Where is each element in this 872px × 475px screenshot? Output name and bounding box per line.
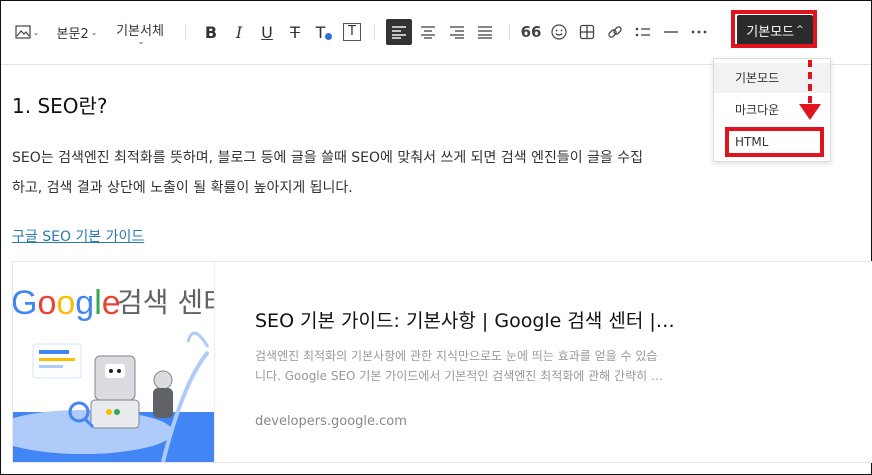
table-icon <box>579 24 595 40</box>
italic-button[interactable]: I <box>228 19 250 45</box>
align-left-icon <box>392 26 406 39</box>
smiley-icon <box>551 24 567 40</box>
red-arrow-icon <box>799 60 821 120</box>
paragraph-line: SEO는 검색엔진 최적화를 뜻하며, 블로그 등에 글을 쓸때 SEO에 맞춰… <box>12 150 644 166</box>
paragraph-style-select[interactable]: 본문2 ⌄ <box>54 19 100 45</box>
chevron-down-icon: ⌄ <box>137 36 145 46</box>
align-right-button[interactable] <box>444 19 470 45</box>
paragraph-line: 하고, 검색 결과 상단에 노출이 될 확률이 높아지게 됩니다. <box>12 180 353 196</box>
body-paragraph: SEO는 검색엔진 최적화를 뜻하며, 블로그 등에 글을 쓸때 SEO에 맞춰… <box>12 143 872 203</box>
table-button[interactable] <box>576 19 598 45</box>
align-center-button[interactable] <box>415 19 441 45</box>
align-right-icon <box>450 26 464 39</box>
font-family-select[interactable]: 기본서체 ⌄ <box>111 19 169 46</box>
align-justify-icon <box>478 26 492 39</box>
align-center-icon <box>421 26 435 39</box>
align-justify-button[interactable] <box>472 19 498 45</box>
link-button[interactable] <box>604 19 626 45</box>
card-description: 검색엔진 최적화의 기본사항에 관한 지식만으로도 눈에 띄는 효과를 얻을 수… <box>255 346 715 386</box>
quote-button[interactable]: 66 <box>520 19 542 45</box>
more-icon <box>691 30 707 34</box>
text-background-button[interactable]: T <box>341 19 363 45</box>
card-title: SEO 기본 가이드: 기본사항 | Google 검색 센터 |… <box>255 310 675 332</box>
bullet-list-button[interactable] <box>632 19 654 45</box>
link-icon <box>608 26 622 38</box>
list-icon <box>635 27 650 37</box>
card-domain: developers.google.com <box>255 414 407 429</box>
image-icon <box>15 25 31 39</box>
insert-image-button[interactable]: ⌄ <box>12 19 42 45</box>
strikethrough-button[interactable]: T <box>284 19 306 45</box>
link-preview-card[interactable]: Google 검색 센터 SEO 기본 가이드: 기본사항 | Google 검… <box>12 261 872 463</box>
toolbar-divider <box>374 24 375 40</box>
search-center-caption: 검색 센터 <box>117 286 215 319</box>
underline-button[interactable]: U <box>256 19 278 45</box>
toolbar-divider <box>185 24 186 40</box>
color-dot-icon <box>325 32 333 40</box>
align-left-button[interactable] <box>386 19 412 45</box>
card-thumbnail: Google 검색 센터 <box>13 262 215 462</box>
text-color-label: T <box>315 22 326 42</box>
font-family-label: 기본서체 <box>116 23 164 39</box>
seo-guide-link[interactable]: 구글 SEO 기본 가이드 <box>12 226 144 246</box>
more-button[interactable] <box>688 19 710 45</box>
highlight-box-mode-button <box>731 10 817 48</box>
google-search-central-illustration: Google 검색 센터 <box>13 284 215 462</box>
horizontal-rule-button[interactable] <box>660 19 682 45</box>
toolbar-divider <box>509 24 510 40</box>
emoji-button[interactable] <box>548 19 570 45</box>
chevron-down-icon: ⌄ <box>32 27 40 37</box>
heading: 1. SEO란? <box>12 94 108 118</box>
text-color-button[interactable]: T <box>311 19 337 45</box>
google-logo-text: Google <box>13 284 121 322</box>
chevron-down-icon: ⌄ <box>90 27 98 37</box>
horizontal-line-icon <box>664 31 678 33</box>
card-description-line: 검색엔진 최적화의 기본사항에 관한 지식만으로도 눈에 띄는 효과를 얻을 수… <box>255 349 658 363</box>
paragraph-style-label: 본문2 <box>56 26 89 42</box>
text-background-label: T <box>343 23 361 41</box>
card-description-line: 니다. Google SEO 기본 가이드에서 기본적인 검색엔진 최적화에 관… <box>255 369 663 383</box>
bold-button[interactable]: B <box>200 19 222 45</box>
